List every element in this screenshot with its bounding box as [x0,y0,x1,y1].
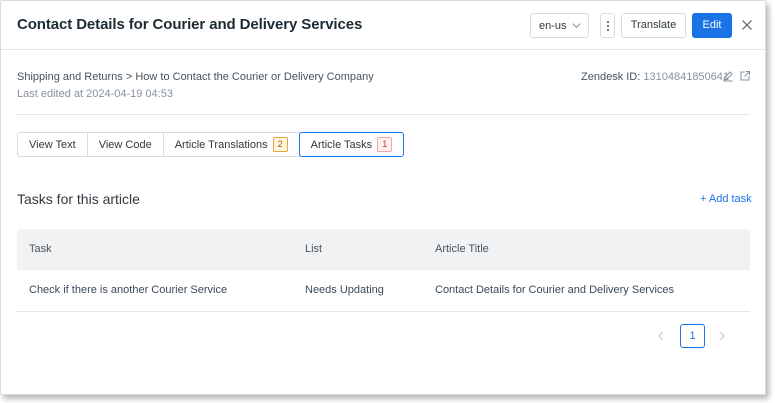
external-link-icon[interactable] [739,70,751,82]
more-options-button[interactable] [600,13,615,38]
section-title: Tasks for this article [17,191,140,207]
zendesk-id-value: 13104841850641 [643,71,730,83]
list-cell: Needs Updating [305,284,384,296]
divider [17,114,750,115]
panel-header: Contact Details for Courier and Delivery… [1,1,765,50]
edit-button[interactable]: Edit [692,13,732,38]
chevron-down-icon [572,23,581,29]
breadcrumb: Shipping and Returns > How to Contact th… [17,71,374,83]
tab-view-text[interactable]: View Text [17,132,88,157]
task-cell: Check if there is another Courier Servic… [29,284,228,296]
tab-view-code[interactable]: View Code [86,132,164,157]
column-header-task: Task [29,243,52,255]
tasks-count-badge: 1 [377,137,393,152]
pagination-current-page[interactable]: 1 [680,324,705,348]
add-task-link[interactable]: + Add task [700,193,752,205]
table-row[interactable]: Check if there is another Courier Servic… [17,270,750,312]
kebab-menu-icon [607,21,609,31]
locale-select[interactable]: en-us [530,13,589,38]
tab-label: Article Tasks [310,138,373,151]
tab-label: View Code [98,138,152,151]
tab-article-tasks[interactable]: Article Tasks 1 [298,132,405,157]
tab-article-translations[interactable]: Article Translations 2 [162,132,300,157]
pencil-icon[interactable] [722,70,734,82]
close-icon[interactable] [741,19,753,31]
translate-button[interactable]: Translate [621,13,686,38]
tab-label: Article Translations [174,138,268,151]
tab-bar: View Text View Code Article Translations… [17,132,405,157]
translations-count-badge: 2 [272,137,288,152]
column-header-list: List [305,243,323,255]
locale-value: en-us [539,20,567,32]
article-title-cell: Contact Details for Courier and Delivery… [435,284,675,296]
chevron-left-icon[interactable] [656,331,666,341]
tab-label: View Text [29,138,76,151]
article-details-panel: Contact Details for Courier and Delivery… [0,0,766,395]
chevron-right-icon[interactable] [717,331,727,341]
column-header-article-title: Article Title [435,243,489,255]
table-header: Task List Article Title [17,229,750,270]
zendesk-id-label: Zendesk ID: [581,71,641,83]
zendesk-id: Zendesk ID: 13104841850641 [581,71,729,83]
page-title: Contact Details for Courier and Delivery… [17,16,363,33]
last-edited-text: Last edited at 2024-04-19 04:53 [17,88,173,100]
